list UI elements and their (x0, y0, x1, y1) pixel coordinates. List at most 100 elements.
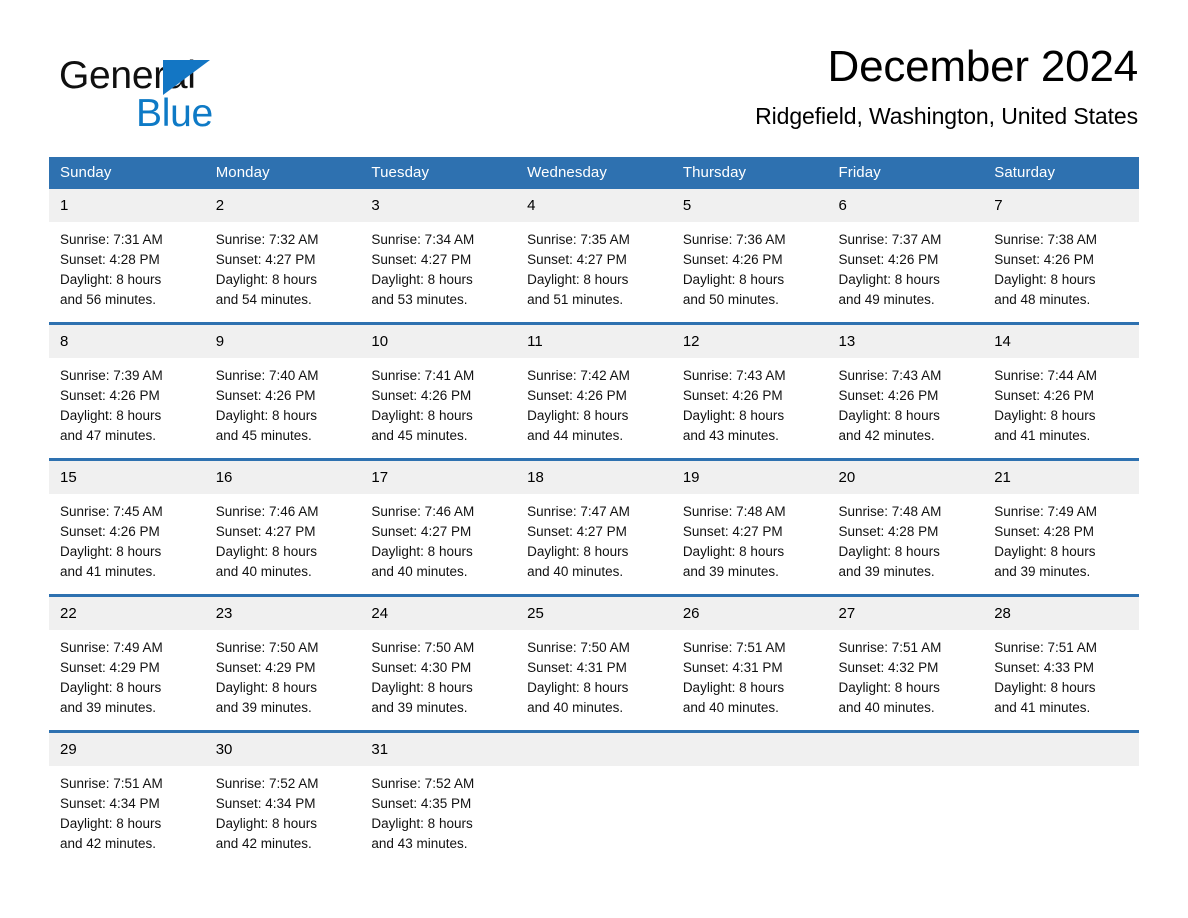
day-cell[interactable]: 1 Sunrise: 7:31 AM Sunset: 4:28 PM Dayli… (49, 189, 205, 324)
weekday-header-tuesday: Tuesday (360, 157, 517, 189)
day-number: 30 (204, 733, 361, 766)
sunset-text: Sunset: 4:27 PM (215, 252, 316, 267)
daylight-text-1: Daylight: 8 hours (60, 408, 162, 423)
day-cell[interactable]: 3 Sunrise: 7:34 AM Sunset: 4:27 PM Dayli… (360, 189, 517, 324)
day-cell[interactable]: 5 Sunrise: 7:36 AM Sunset: 4:26 PM Dayli… (671, 189, 828, 324)
day-cell[interactable]: 18 Sunrise: 7:47 AM Sunset: 4:27 PM Dayl… (516, 458, 672, 596)
sunset-text: Sunset: 4:26 PM (838, 388, 939, 403)
day-cell[interactable]: 28 Sunrise: 7:51 AM Sunset: 4:33 PM Dayl… (983, 594, 1139, 732)
sunset-text: Sunset: 4:29 PM (215, 660, 316, 675)
day-cell[interactable]: 26 Sunrise: 7:51 AM Sunset: 4:31 PM Dayl… (671, 594, 828, 732)
day-cell[interactable]: 20 Sunrise: 7:48 AM Sunset: 4:28 PM Dayl… (827, 458, 984, 596)
day-cell-empty (827, 730, 984, 866)
weekday-header-wednesday: Wednesday (516, 157, 672, 189)
day-number: 17 (360, 461, 517, 494)
day-cell[interactable]: 27 Sunrise: 7:51 AM Sunset: 4:32 PM Dayl… (827, 594, 984, 732)
day-number: 25 (516, 597, 672, 630)
day-number: 21 (983, 461, 1139, 494)
day-cell[interactable]: 13 Sunrise: 7:43 AM Sunset: 4:26 PM Dayl… (827, 322, 984, 460)
sunrise-text: Sunrise: 7:44 AM (994, 368, 1098, 383)
day-details: Sunrise: 7:43 AM Sunset: 4:26 PM Dayligh… (828, 358, 984, 458)
day-cell[interactable]: 14 Sunrise: 7:44 AM Sunset: 4:26 PM Dayl… (983, 322, 1139, 460)
day-details: Sunrise: 7:51 AM Sunset: 4:32 PM Dayligh… (828, 630, 984, 730)
day-cell[interactable]: 11 Sunrise: 7:42 AM Sunset: 4:26 PM Dayl… (516, 322, 672, 460)
day-details: Sunrise: 7:49 AM Sunset: 4:29 PM Dayligh… (49, 630, 205, 730)
generalblue-logo[interactable]: General Blue (59, 50, 319, 135)
day-cell[interactable]: 2 Sunrise: 7:32 AM Sunset: 4:27 PM Dayli… (204, 189, 361, 324)
sunrise-text: Sunrise: 7:39 AM (60, 368, 163, 383)
day-number: 28 (983, 597, 1139, 630)
daylight-text-1: Daylight: 8 hours (527, 408, 629, 423)
daylight-text-2: and 56 minutes. (60, 292, 157, 307)
weekday-header-friday: Friday (827, 157, 984, 189)
daylight-text-1: Daylight: 8 hours (838, 680, 940, 695)
daylight-text-2: and 53 minutes. (371, 292, 468, 307)
day-cell[interactable]: 7 Sunrise: 7:38 AM Sunset: 4:26 PM Dayli… (983, 189, 1139, 324)
daylight-text-2: and 45 minutes. (215, 428, 312, 443)
daylight-text-1: Daylight: 8 hours (215, 408, 318, 423)
sunset-text: Sunset: 4:29 PM (60, 660, 160, 675)
daylight-text-2: and 40 minutes. (215, 564, 312, 579)
sunset-text: Sunset: 4:27 PM (527, 252, 627, 267)
day-details: Sunrise: 7:36 AM Sunset: 4:26 PM Dayligh… (672, 222, 828, 322)
day-number: 31 (360, 733, 517, 766)
day-cell[interactable]: 12 Sunrise: 7:43 AM Sunset: 4:26 PM Dayl… (671, 322, 828, 460)
day-details (983, 766, 1139, 852)
calendar-week-row: 29 Sunrise: 7:51 AM Sunset: 4:34 PM Dayl… (49, 730, 1139, 866)
day-cell[interactable]: 17 Sunrise: 7:46 AM Sunset: 4:27 PM Dayl… (360, 458, 517, 596)
sunset-text: Sunset: 4:33 PM (994, 660, 1095, 675)
day-details: Sunrise: 7:50 AM Sunset: 4:31 PM Dayligh… (516, 630, 672, 730)
daylight-text-1: Daylight: 8 hours (60, 272, 162, 287)
day-cell[interactable]: 30 Sunrise: 7:52 AM Sunset: 4:34 PM Dayl… (204, 730, 361, 866)
day-details (828, 766, 984, 852)
day-number: 8 (49, 325, 205, 358)
daylight-text-1: Daylight: 8 hours (682, 544, 785, 559)
day-cell[interactable]: 24 Sunrise: 7:50 AM Sunset: 4:30 PM Dayl… (360, 594, 517, 732)
day-number: 5 (671, 189, 828, 222)
weekday-header-monday: Monday (204, 157, 361, 189)
day-cell[interactable]: 9 Sunrise: 7:40 AM Sunset: 4:26 PM Dayli… (204, 322, 361, 460)
day-cell[interactable]: 4 Sunrise: 7:35 AM Sunset: 4:27 PM Dayli… (516, 189, 672, 324)
day-number: 11 (516, 325, 672, 358)
sunrise-text: Sunrise: 7:52 AM (215, 776, 319, 791)
daylight-text-1: Daylight: 8 hours (682, 408, 785, 423)
sunrise-text: Sunrise: 7:35 AM (527, 232, 630, 247)
day-details: Sunrise: 7:48 AM Sunset: 4:28 PM Dayligh… (828, 494, 984, 594)
sunset-text: Sunset: 4:30 PM (371, 660, 472, 675)
day-details: Sunrise: 7:51 AM Sunset: 4:34 PM Dayligh… (49, 766, 205, 866)
sunrise-text: Sunrise: 7:51 AM (60, 776, 163, 791)
daylight-text-2: and 50 minutes. (682, 292, 779, 307)
day-details: Sunrise: 7:46 AM Sunset: 4:27 PM Dayligh… (360, 494, 516, 594)
day-cell[interactable]: 8 Sunrise: 7:39 AM Sunset: 4:26 PM Dayli… (49, 322, 205, 460)
day-cell[interactable]: 6 Sunrise: 7:37 AM Sunset: 4:26 PM Dayli… (827, 189, 984, 324)
sunrise-text: Sunrise: 7:52 AM (371, 776, 475, 791)
daylight-text-1: Daylight: 8 hours (527, 272, 629, 287)
sunrise-text: Sunrise: 7:41 AM (371, 368, 475, 383)
day-number: 19 (671, 461, 828, 494)
sunrise-sunset-calendar-table: Sunday Monday Tuesday Wednesday Thursday… (49, 157, 1139, 866)
day-number: 3 (360, 189, 517, 222)
day-details: Sunrise: 7:45 AM Sunset: 4:26 PM Dayligh… (49, 494, 205, 594)
calendar-body: 1 Sunrise: 7:31 AM Sunset: 4:28 PM Dayli… (49, 189, 1139, 866)
daylight-text-1: Daylight: 8 hours (994, 272, 1096, 287)
day-cell[interactable]: 23 Sunrise: 7:50 AM Sunset: 4:29 PM Dayl… (204, 594, 361, 732)
day-cell[interactable]: 16 Sunrise: 7:46 AM Sunset: 4:27 PM Dayl… (204, 458, 361, 596)
day-cell[interactable]: 15 Sunrise: 7:45 AM Sunset: 4:26 PM Dayl… (49, 458, 205, 596)
day-details: Sunrise: 7:52 AM Sunset: 4:34 PM Dayligh… (205, 766, 361, 866)
weekday-header-thursday: Thursday (671, 157, 828, 189)
day-cell[interactable]: 31 Sunrise: 7:52 AM Sunset: 4:35 PM Dayl… (360, 730, 517, 866)
sunset-text: Sunset: 4:28 PM (838, 524, 939, 539)
calendar-week-row: 15 Sunrise: 7:45 AM Sunset: 4:26 PM Dayl… (49, 458, 1139, 596)
day-cell[interactable]: 10 Sunrise: 7:41 AM Sunset: 4:26 PM Dayl… (360, 322, 517, 460)
day-number: 29 (49, 733, 205, 766)
day-cell[interactable]: 21 Sunrise: 7:49 AM Sunset: 4:28 PM Dayl… (983, 458, 1139, 596)
day-cell[interactable]: 22 Sunrise: 7:49 AM Sunset: 4:29 PM Dayl… (49, 594, 205, 732)
day-cell[interactable]: 29 Sunrise: 7:51 AM Sunset: 4:34 PM Dayl… (49, 730, 205, 866)
daylight-text-2: and 49 minutes. (838, 292, 935, 307)
day-number: 1 (49, 189, 205, 222)
day-details: Sunrise: 7:32 AM Sunset: 4:27 PM Dayligh… (205, 222, 361, 322)
day-cell[interactable]: 25 Sunrise: 7:50 AM Sunset: 4:31 PM Dayl… (516, 594, 672, 732)
sunset-text: Sunset: 4:26 PM (371, 388, 472, 403)
sunset-text: Sunset: 4:27 PM (215, 524, 316, 539)
day-cell[interactable]: 19 Sunrise: 7:48 AM Sunset: 4:27 PM Dayl… (671, 458, 828, 596)
